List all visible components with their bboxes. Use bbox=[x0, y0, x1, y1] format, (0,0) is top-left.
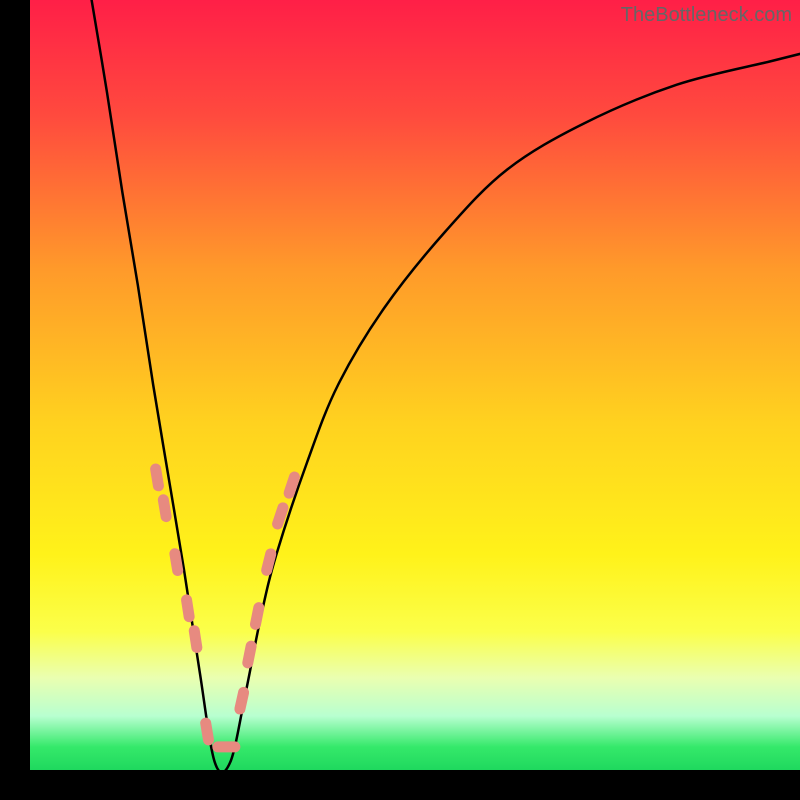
gradient-background bbox=[30, 0, 800, 770]
highlighted-point bbox=[212, 741, 240, 752]
watermark-text: TheBottleneck.com bbox=[621, 4, 792, 27]
chart-frame bbox=[30, 0, 800, 770]
bottleneck-chart bbox=[30, 0, 800, 770]
